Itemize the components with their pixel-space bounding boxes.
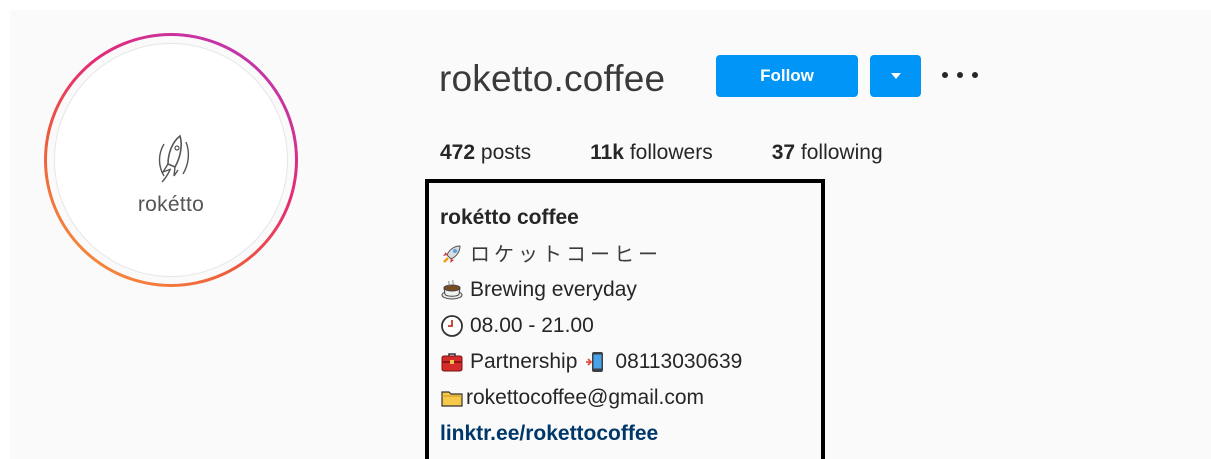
caret-down-icon [890, 73, 901, 79]
profile-avatar-story-ring[interactable]: rokétto [44, 33, 298, 287]
dot-icon [972, 72, 978, 78]
bio-line: Partnership 08113030639 [440, 344, 742, 380]
profile-stats: 472 posts 11k followers 37 following [440, 141, 942, 165]
bio-line: linktr.ee/rokettocoffee [440, 416, 742, 452]
dot-icon [942, 72, 948, 78]
profile-username: roketto.coffee [439, 58, 666, 99]
rocket-icon [443, 245, 461, 263]
suggested-accounts-dropdown-button[interactable] [870, 55, 921, 97]
stat-following[interactable]: 37 following [772, 141, 883, 165]
profile-bio: rokétto coffee ロケットコーヒー Brewing everyday… [440, 200, 742, 452]
bio-line: 08.00 - 21.00 [440, 308, 742, 344]
folder-icon [441, 391, 463, 407]
mobile-phone-icon [586, 352, 604, 372]
bio-line: rokettocoffee@gmail.com [440, 380, 742, 416]
coffee-cup-icon [441, 279, 463, 300]
bio-external-link[interactable]: linktr.ee/rokettocoffee [440, 416, 658, 452]
dot-icon [957, 72, 963, 78]
briefcase-icon [441, 353, 463, 372]
bio-display-name: rokétto coffee [440, 206, 579, 229]
bio-line: Brewing everyday [440, 272, 742, 308]
stat-posts: 472 posts [440, 141, 532, 164]
bio-line: ロケットコーヒー [440, 236, 742, 272]
rocket-logo-icon [158, 134, 190, 183]
avatar-brand-text: rokétto [137, 193, 205, 216]
clock-icon [441, 315, 463, 337]
avatar[interactable]: rokétto [54, 43, 288, 277]
more-options-button[interactable] [942, 62, 978, 88]
stat-followers[interactable]: 11k followers [590, 141, 713, 165]
follow-button[interactable]: Follow [716, 55, 858, 97]
